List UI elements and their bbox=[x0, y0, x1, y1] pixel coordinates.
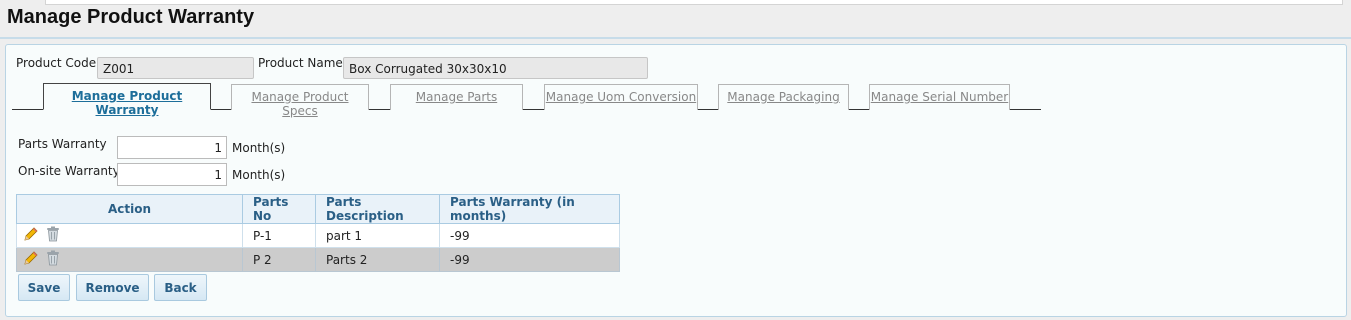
pencil-edit-icon[interactable] bbox=[23, 226, 39, 245]
pencil-edit-icon[interactable] bbox=[23, 250, 39, 269]
onsite-warranty-label: On-site Warranty bbox=[18, 164, 120, 178]
table-row: P 2 Parts 2 -99 bbox=[16, 247, 620, 272]
column-header-parts-warranty: Parts Warranty (in months) bbox=[439, 194, 620, 224]
parts-warranty-input[interactable] bbox=[117, 136, 227, 159]
save-button[interactable]: Save bbox=[18, 274, 70, 301]
column-header-parts-no: Parts No bbox=[242, 194, 316, 224]
tab-manage-parts[interactable]: Manage Parts bbox=[390, 84, 523, 110]
tab-manage-product-warranty[interactable]: Manage Product Warranty bbox=[43, 83, 211, 117]
back-button[interactable]: Back bbox=[154, 274, 207, 301]
parts-warranty-table: Action Parts No Parts Description Parts … bbox=[16, 194, 620, 272]
parts-warranty-label: Parts Warranty bbox=[18, 137, 107, 151]
page-title: Manage Product Warranty bbox=[7, 6, 255, 28]
tab-manage-product-specs[interactable]: Manage Product Specs bbox=[231, 84, 369, 118]
trash-can-icon[interactable] bbox=[46, 226, 60, 245]
title-divider bbox=[0, 37, 1351, 39]
row-parts-warranty: -99 bbox=[439, 223, 620, 248]
product-name-field[interactable]: Box Corrugated 30x30x10 bbox=[343, 57, 648, 79]
row-parts-description: Parts 2 bbox=[315, 247, 440, 272]
row-parts-no: P-1 bbox=[242, 223, 316, 248]
product-name-label: Product Name bbox=[258, 56, 343, 70]
row-parts-description: part 1 bbox=[315, 223, 440, 248]
product-code-field[interactable]: Z001 bbox=[97, 57, 254, 79]
trash-can-icon[interactable] bbox=[46, 250, 60, 269]
table-row: P-1 part 1 -99 bbox=[16, 223, 620, 248]
row-action-cell bbox=[16, 247, 243, 272]
top-strip bbox=[45, 0, 1343, 5]
tab-manage-uom-conversion[interactable]: Manage Uom Conversion bbox=[544, 84, 698, 110]
tab-manage-serial-number[interactable]: Manage Serial Number bbox=[869, 84, 1010, 110]
onsite-warranty-input[interactable] bbox=[117, 163, 227, 186]
remove-button[interactable]: Remove bbox=[76, 274, 149, 301]
column-header-parts-description: Parts Description bbox=[315, 194, 440, 224]
parts-warranty-unit: Month(s) bbox=[232, 141, 286, 155]
row-action-cell bbox=[16, 223, 243, 248]
warranty-panel: Product Code Z001 Product Name Box Corru… bbox=[5, 44, 1347, 317]
tab-manage-packaging[interactable]: Manage Packaging bbox=[718, 84, 849, 110]
row-parts-no: P 2 bbox=[242, 247, 316, 272]
onsite-warranty-unit: Month(s) bbox=[232, 168, 286, 182]
row-parts-warranty: -99 bbox=[439, 247, 620, 272]
product-code-label: Product Code bbox=[16, 56, 97, 70]
column-header-action: Action bbox=[16, 194, 243, 224]
table-header-row: Action Parts No Parts Description Parts … bbox=[16, 194, 620, 224]
